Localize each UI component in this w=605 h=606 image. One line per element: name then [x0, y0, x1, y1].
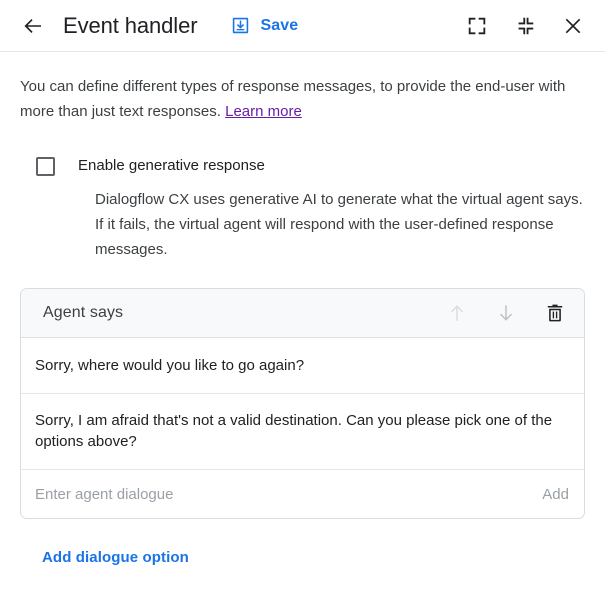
top-toolbar: Event handler Save [0, 0, 605, 52]
agent-message-row[interactable]: Sorry, I am afraid that's not a valid de… [21, 394, 584, 470]
enable-generative-response-row[interactable]: Enable generative response [20, 156, 585, 176]
expand-button[interactable] [463, 12, 491, 40]
arrow-up-icon [446, 302, 468, 324]
move-up-button[interactable] [442, 298, 472, 328]
save-download-icon [230, 15, 251, 36]
back-button[interactable] [20, 13, 46, 39]
close-icon [561, 14, 585, 38]
arrow-down-icon [495, 302, 517, 324]
arrow-left-icon [21, 14, 45, 38]
learn-more-link[interactable]: Learn more [225, 103, 302, 120]
trash-icon [544, 302, 566, 324]
agent-says-card-header: Agent says [21, 289, 584, 338]
description-text: You can define different types of respon… [20, 74, 576, 124]
generative-response-help-text: Dialogflow CX uses generative AI to gene… [95, 187, 585, 262]
close-button[interactable] [559, 12, 587, 40]
fullscreen-collapse-icon [514, 15, 536, 37]
agent-dialogue-input[interactable] [35, 486, 530, 503]
move-down-button[interactable] [491, 298, 521, 328]
save-button[interactable]: Save [230, 15, 298, 36]
agent-message-row[interactable]: Sorry, where would you like to go again? [21, 338, 584, 394]
delete-button[interactable] [540, 298, 570, 328]
enable-generative-response-checkbox[interactable] [36, 157, 55, 176]
enable-generative-response-label: Enable generative response [78, 156, 265, 176]
page-title: Event handler [63, 13, 197, 39]
fullscreen-expand-icon [466, 15, 488, 37]
agent-says-title: Agent says [43, 304, 123, 322]
save-label: Save [260, 17, 298, 35]
panel-content: You can define different types of respon… [0, 74, 605, 567]
add-dialogue-button[interactable]: Add [542, 486, 569, 503]
agent-says-card: Agent says Sorry, where would [20, 288, 585, 519]
collapse-button[interactable] [511, 12, 539, 40]
add-dialogue-option-link[interactable]: Add dialogue option [42, 549, 189, 566]
agent-dialogue-input-row: Add [21, 470, 584, 518]
